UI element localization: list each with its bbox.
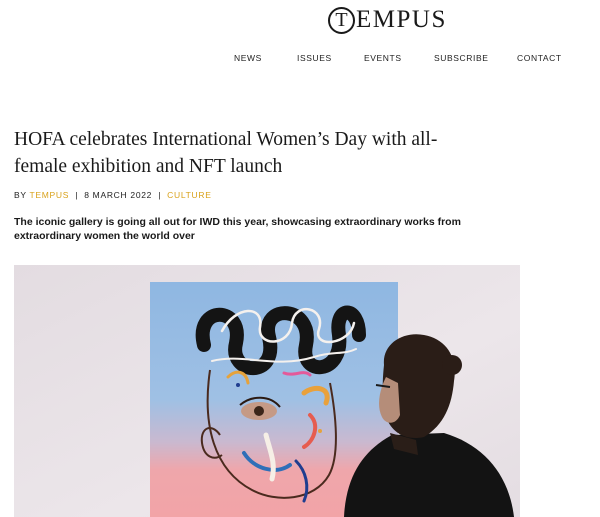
logo-wordmark: EMPUS [356,6,447,33]
nav-item-subscribe[interactable]: SUBSCRIBE [434,53,489,63]
nav-item-events[interactable]: EVENTS [364,53,402,63]
nav-item-news[interactable]: NEWS [234,53,262,63]
byline-category-link[interactable]: CULTURE [167,190,211,200]
logo-initial: T [328,6,355,34]
byline-date: 8 MARCH 2022 [84,190,153,200]
hero-image [14,265,520,517]
byline-prefix: BY [14,190,27,200]
byline-author-link[interactable]: TEMPUS [30,190,70,200]
byline-separator: | [75,190,79,200]
tempus-logo[interactable]: T EMPUS [328,4,447,36]
article-title: HOFA celebrates International Women’s Da… [14,129,438,177]
article-standfirst: The iconic gallery is going all out for … [14,216,461,242]
nav-item-issues[interactable]: ISSUES [297,53,332,63]
nav-item-contact[interactable]: CONTACT [517,53,562,63]
main-nav: NEWS ISSUES EVENTS SUBSCRIBE CONTACT [0,53,600,67]
byline: BY TEMPUS | 8 MARCH 2022 | CULTURE [14,190,212,200]
byline-separator: | [158,190,162,200]
